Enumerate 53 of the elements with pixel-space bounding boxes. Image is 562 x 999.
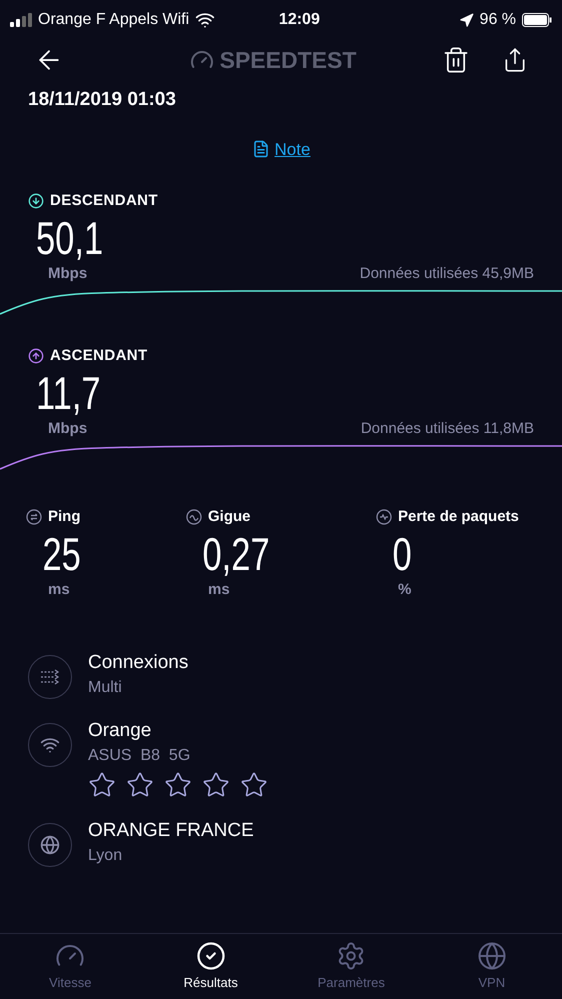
speed-value: 50,1 [35, 212, 104, 262]
wifi-icon [28, 723, 72, 767]
app-logo: SPEEDTEST [220, 46, 356, 75]
metric-label: Perte de paquets [398, 507, 519, 527]
metric-unit: % [397, 580, 412, 600]
star-rating[interactable] [88, 771, 268, 799]
tab[interactable]: Résultats [140, 934, 281, 999]
signal-icon [10, 13, 32, 27]
metric-unit: ms [47, 580, 71, 600]
speed-label: DESCENDANT [50, 191, 158, 211]
detail-subtitle: Lyon [88, 846, 124, 866]
data-used: Données utilisées 11,8MB [360, 418, 534, 438]
metric-label: Ping [48, 507, 80, 527]
speed-value: 11,7 [35, 368, 102, 418]
note-icon [252, 140, 270, 158]
metric-value: 0 [392, 528, 413, 578]
detail-title: ORANGE FRANCE [88, 819, 254, 843]
star-icon[interactable] [126, 771, 154, 799]
globe-icon [28, 823, 72, 867]
metric-value: 25 [42, 528, 82, 578]
detail-title: Orange [88, 719, 152, 743]
connections-icon [28, 655, 72, 699]
download-icon [28, 193, 44, 210]
star-icon[interactable] [202, 771, 230, 799]
location-icon [458, 12, 474, 28]
metric-label: Gigue [208, 507, 251, 527]
data-used: Données utilisées 45,9MB [360, 264, 534, 284]
delete-button[interactable] [442, 46, 470, 74]
wave-icon [186, 509, 202, 526]
tab[interactable]: Paramètres [281, 934, 422, 999]
speed-unit: Mbps [48, 264, 88, 284]
detail-title: Connexions [88, 651, 188, 675]
detail-subtitle: ASUS B8 5G [88, 746, 192, 766]
detail-subtitle: Multi [88, 678, 123, 698]
test-date: 18/11/2019 01:03 [27, 88, 177, 112]
star-icon[interactable] [240, 771, 268, 799]
speed-unit: Mbps [48, 418, 88, 438]
metric-unit: ms [207, 580, 231, 600]
ping-icon [26, 509, 42, 526]
speed-label: ASCENDANT [50, 346, 148, 366]
check-icon [196, 940, 226, 971]
note-link[interactable]: Note [274, 136, 310, 162]
battery-percent: 96 % [480, 10, 516, 30]
tab[interactable]: VPN [422, 934, 562, 999]
star-icon[interactable] [88, 771, 116, 799]
carrier-name: Orange F Appels Wifi [38, 10, 190, 30]
battery-icon [522, 13, 552, 27]
clock: 12:09 [278, 10, 321, 30]
star-icon[interactable] [164, 771, 192, 799]
tab[interactable]: Vitesse [0, 934, 140, 999]
metric-value: 0,27 [202, 528, 271, 578]
upload-icon [28, 348, 44, 364]
loss-icon [376, 509, 392, 526]
